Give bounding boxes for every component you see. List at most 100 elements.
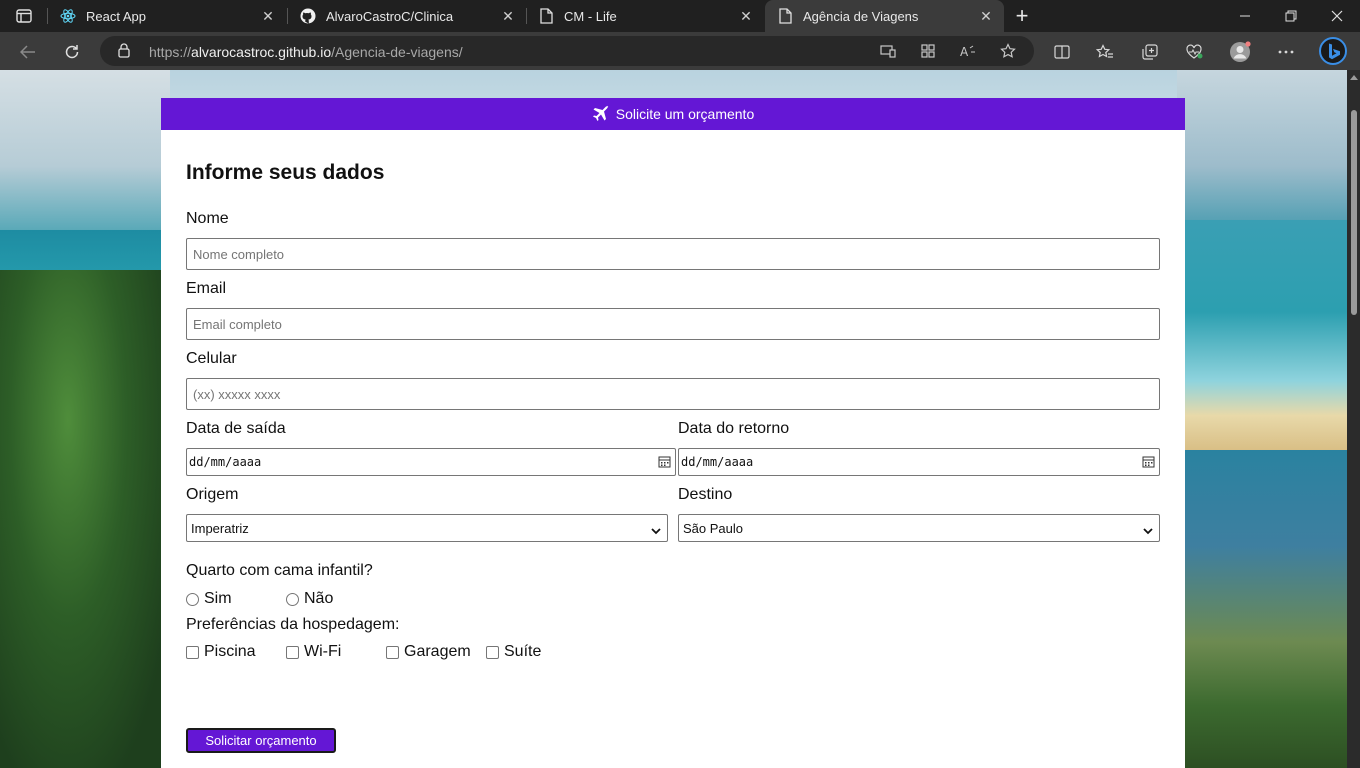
data-retorno-input[interactable]: dd/mm/aaaa [678, 448, 1160, 476]
background-photo [1177, 70, 1347, 230]
celular-label: Celular [186, 350, 237, 367]
tab-clinica[interactable]: AlvaroCastroC/Clinica ✕ [288, 0, 526, 32]
checkbox[interactable] [186, 645, 199, 659]
select-value: Imperatriz [191, 521, 249, 536]
data-saida-input[interactable]: dd/mm/aaaa [186, 448, 676, 476]
avatar[interactable] [1227, 39, 1253, 65]
scroll-up-icon[interactable] [1350, 75, 1358, 80]
browser-toolbar: https://alvarocastroc.github.io/Agencia-… [0, 32, 1360, 70]
nome-input[interactable]: Nome completo [186, 238, 1160, 270]
background-photo [0, 270, 170, 768]
read-aloud-icon[interactable]: A [958, 42, 978, 60]
chevron-down-icon [651, 523, 661, 538]
react-icon [60, 8, 76, 24]
celular-input[interactable]: (xx) xxxxx xxxx [186, 378, 1160, 410]
pref-option-wifi[interactable]: Wi-Fi [286, 643, 341, 661]
bing-chat-icon[interactable] [1318, 36, 1348, 66]
page-icon [538, 8, 554, 24]
minimize-icon[interactable] [1222, 0, 1268, 32]
page-icon [777, 8, 793, 24]
email-label: Email [186, 280, 227, 297]
lock-icon[interactable] [118, 43, 130, 63]
restore-icon[interactable] [1268, 0, 1314, 32]
close-tab-icon[interactable]: ✕ [500, 8, 516, 24]
checkbox-label: Garagem [404, 643, 471, 660]
tab-title: AlvaroCastroC/Clinica [326, 8, 454, 24]
nome-label: Nome [186, 210, 229, 227]
address-bar[interactable]: https://alvarocastroc.github.io/Agencia-… [100, 36, 1034, 66]
url-text[interactable]: https://alvarocastroc.github.io/Agencia-… [149, 44, 463, 60]
radio-button[interactable] [186, 592, 199, 606]
tab-react-app[interactable]: React App ✕ [48, 0, 286, 32]
pref-option-garagem[interactable]: Garagem [386, 643, 471, 661]
submit-button[interactable]: Solicitar orçamento [186, 728, 336, 753]
close-window-icon[interactable] [1314, 0, 1360, 32]
quote-form-card: Solicite um orçamento Informe seus dados… [161, 98, 1185, 768]
close-tab-icon[interactable]: ✕ [260, 8, 276, 24]
destino-label: Destino [678, 486, 733, 503]
checkbox[interactable] [386, 645, 399, 659]
tab-agencia-viagens[interactable]: Agência de Viagens ✕ [765, 0, 1004, 32]
browser-essentials-icon[interactable] [1181, 39, 1207, 65]
checkbox[interactable] [486, 645, 499, 659]
data-saida-label: Data de saída [186, 420, 286, 437]
radio-label: Sim [204, 590, 232, 607]
date-value: dd/mm/aaaa [681, 455, 754, 469]
app-available-icon[interactable] [878, 42, 898, 60]
calendar-icon[interactable] [1142, 455, 1155, 468]
collections-icon[interactable] [1137, 39, 1163, 65]
checkbox-label: Wi-Fi [304, 643, 342, 660]
tab-actions-icon[interactable] [12, 6, 36, 26]
background-photo [1177, 220, 1347, 450]
form-heading: Informe seus dados [186, 161, 385, 184]
tab-cm-life[interactable]: CM - Life ✕ [526, 0, 764, 32]
checkbox-label: Piscina [204, 643, 256, 660]
grid-apps-icon[interactable] [918, 42, 938, 60]
origem-label: Origem [186, 486, 239, 503]
more-menu-icon[interactable] [1273, 39, 1299, 65]
tab-title: Agência de Viagens [803, 8, 919, 24]
url-host: alvarocastroc.github.io [191, 44, 332, 60]
back-arrow-icon[interactable] [15, 39, 41, 65]
date-value: dd/mm/aaaa [189, 455, 262, 469]
scrollbar-thumb[interactable] [1351, 110, 1357, 315]
tab-bar: React App ✕ AlvaroCastroC/Clinica ✕ CM -… [0, 0, 1360, 32]
select-value: São Paulo [683, 521, 743, 536]
form-header-title: Solicite um orçamento [615, 106, 755, 122]
preferencias-label: Preferências da hospedagem: [186, 616, 400, 633]
chevron-down-icon [1143, 523, 1153, 538]
url-path: /Agencia-de-viagens/ [331, 44, 463, 60]
data-retorno-label: Data do retorno [678, 420, 790, 437]
quarto-option-nao[interactable]: Não [286, 590, 333, 608]
background-photo [0, 70, 170, 230]
refresh-icon[interactable] [59, 39, 85, 65]
github-icon [300, 8, 316, 24]
split-screen-icon[interactable] [1049, 39, 1075, 65]
radio-label: Não [304, 590, 334, 607]
tab-title: CM - Life [564, 8, 617, 24]
pref-option-suite[interactable]: Suíte [486, 643, 541, 661]
calendar-icon[interactable] [658, 455, 671, 468]
favorite-star-icon[interactable] [998, 42, 1018, 60]
radio-button[interactable] [286, 592, 299, 606]
new-tab-icon[interactable]: + [1010, 3, 1034, 28]
pref-option-piscina[interactable]: Piscina [186, 643, 256, 661]
page-viewport: Solicite um orçamento Informe seus dados… [0, 70, 1347, 768]
page-scrollbar[interactable] [1347, 70, 1360, 768]
svg-text:A: A [960, 45, 969, 58]
tab-title: React App [86, 8, 146, 24]
favorites-icon[interactable] [1092, 39, 1118, 65]
destino-select[interactable]: São Paulo [678, 514, 1160, 542]
airplane-icon [592, 105, 610, 123]
close-tab-icon[interactable]: ✕ [738, 8, 754, 24]
close-tab-icon[interactable]: ✕ [978, 8, 994, 24]
url-scheme: https:// [149, 44, 192, 60]
form-header: Solicite um orçamento [161, 98, 1185, 130]
email-input[interactable]: Email completo [186, 308, 1160, 340]
quarto-question: Quarto com cama infantil? [186, 562, 373, 579]
checkbox[interactable] [286, 645, 299, 659]
checkbox-label: Suíte [504, 643, 542, 660]
quarto-option-sim[interactable]: Sim [186, 590, 232, 608]
background-photo [1177, 450, 1347, 768]
origem-select[interactable]: Imperatriz [186, 514, 668, 542]
